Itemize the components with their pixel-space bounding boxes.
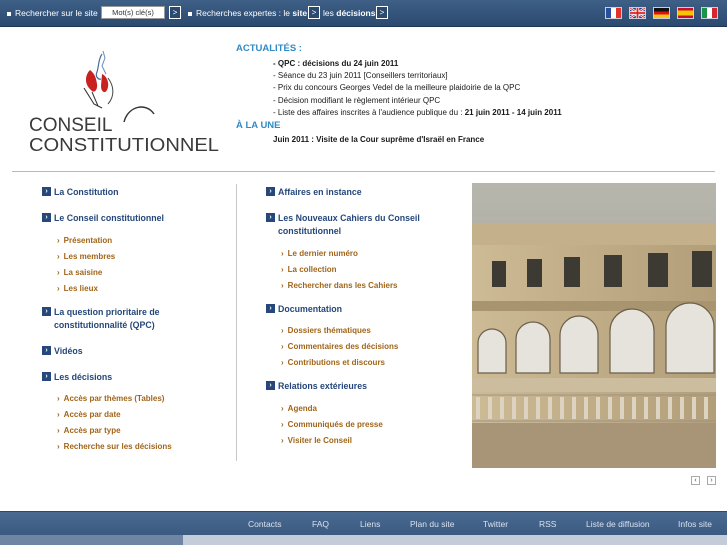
submenu-commentaires[interactable]: › Commentaires des décisions xyxy=(281,342,398,351)
column-divider xyxy=(236,184,237,461)
divider xyxy=(12,171,715,172)
submenu-saisine[interactable]: › La saisine xyxy=(57,268,102,277)
logo-line2: CONSTITUTIONNEL xyxy=(29,135,219,155)
footer-link-contacts[interactable]: Contacts xyxy=(248,519,282,529)
submenu-date[interactable]: › Accès par date xyxy=(57,410,121,419)
submenu-presentation[interactable]: › Présentation xyxy=(57,236,112,245)
footer-bottom-band xyxy=(0,535,727,545)
une-item[interactable]: Juin 2011 : Visite de la Cour suprême d'… xyxy=(273,135,484,144)
building-photo xyxy=(472,183,716,468)
menu-conseil[interactable]: › Le Conseil constitutionnel xyxy=(42,212,222,225)
submenu-dernier[interactable]: › Le dernier numéro xyxy=(281,249,358,258)
news-item-text: - Liste des affaires inscrites à l'audie… xyxy=(273,107,465,117)
submenu-type[interactable]: › Accès par type xyxy=(57,426,121,435)
it-flag-icon[interactable] xyxy=(701,7,718,19)
menu-videos[interactable]: › Vidéos xyxy=(42,345,222,358)
expert-search: Recherches expertes : le site xyxy=(188,8,307,18)
news-item[interactable]: - Séance du 23 juin 2011 [Conseillers te… xyxy=(273,70,562,82)
footer-link-twitter[interactable]: Twitter xyxy=(483,519,508,529)
chevron-right-icon: › xyxy=(42,187,51,196)
actualites-heading: ACTUALITÉS : xyxy=(236,43,302,54)
news-item[interactable]: - QPC : décisions du 24 juin 2011 xyxy=(273,58,562,70)
news-item-dates[interactable]: 21 juin 2011 - 14 juin 2011 xyxy=(465,108,562,117)
slider-prev-button[interactable]: ‹ xyxy=(691,476,700,485)
submenu-contributions[interactable]: › Contributions et discours xyxy=(281,358,385,367)
chevron-right-icon: › xyxy=(42,372,51,381)
news-item: - Liste des affaires inscrites à l'audie… xyxy=(273,107,562,119)
chevron-right-icon: › xyxy=(266,304,275,313)
footer-link-plan[interactable]: Plan du site xyxy=(410,519,454,529)
footer-link-infos[interactable]: Infos site xyxy=(678,519,712,529)
de-flag-icon[interactable] xyxy=(653,7,670,19)
chevron-right-icon: › xyxy=(266,213,275,222)
search-site-label: Rechercher sur le site xyxy=(7,8,98,18)
news-item[interactable]: - Prix du concours Georges Vedel de la m… xyxy=(273,82,562,94)
submenu-communiques[interactable]: › Communiqués de presse xyxy=(281,420,383,429)
submenu-agenda[interactable]: › Agenda xyxy=(281,404,317,413)
conseil-logo[interactable]: CONSEIL CONSTITUTIONNEL xyxy=(28,48,223,156)
chevron-right-icon: › xyxy=(42,346,51,355)
footer-nav: Contacts FAQ Liens Plan du site Twitter … xyxy=(0,511,727,535)
news-item[interactable]: - Décision modifiant le règlement intéri… xyxy=(273,95,562,107)
menu-decisions[interactable]: › Les décisions xyxy=(42,371,222,384)
search-go-button[interactable]: > xyxy=(169,6,181,19)
menu-qpc[interactable]: › La question prioritaire de constitution… xyxy=(42,306,212,332)
uk-flag-icon[interactable] xyxy=(629,7,646,19)
footer-link-diffusion[interactable]: Liste de diffusion xyxy=(586,519,650,529)
top-bar: Rechercher sur le site Mot(s) clé(s) > R… xyxy=(0,0,727,27)
submenu-rechercher[interactable]: › Rechercher dans les Cahiers xyxy=(281,281,398,290)
menu-affaires[interactable]: › Affaires en instance xyxy=(266,186,456,199)
footer-link-liens[interactable]: Liens xyxy=(360,519,380,529)
expert-decisions: les décisions xyxy=(323,8,376,18)
submenu-themes[interactable]: › Accès par thèmes (Tables) xyxy=(57,394,164,403)
es-flag-icon[interactable] xyxy=(677,7,694,19)
submenu-lieux[interactable]: › Les lieux xyxy=(57,284,98,293)
footer-link-rss[interactable]: RSS xyxy=(539,519,556,529)
submenu-recherche[interactable]: › Recherche sur les décisions xyxy=(57,442,172,451)
submenu-membres[interactable]: › Les membres xyxy=(57,252,115,261)
expert-site-link[interactable]: site xyxy=(292,8,307,18)
keywords-input[interactable]: Mot(s) clé(s) xyxy=(101,6,165,19)
submenu-visiter[interactable]: › Visiter le Conseil xyxy=(281,436,352,445)
expert-decisions-link[interactable]: décisions xyxy=(336,8,375,18)
chevron-right-icon: › xyxy=(266,381,275,390)
expert-site-go[interactable]: > xyxy=(308,6,320,19)
chevron-right-icon: › xyxy=(266,187,275,196)
submenu-dossiers[interactable]: › Dossiers thématiques xyxy=(281,326,371,335)
logo-line1: CONSEIL xyxy=(29,115,112,136)
chevron-right-icon: › xyxy=(42,213,51,222)
submenu-collection[interactable]: › La collection xyxy=(281,265,337,274)
footer-link-faq[interactable]: FAQ xyxy=(312,519,329,529)
menu-constitution[interactable]: › La Constitution xyxy=(42,186,222,199)
fr-flag-icon[interactable] xyxy=(605,7,622,19)
menu-cahiers[interactable]: › Les Nouveaux Cahiers du Conseil constit… xyxy=(266,212,446,238)
actualites-list: - QPC : décisions du 24 juin 2011 - Séan… xyxy=(273,58,562,119)
une-heading: À LA UNE xyxy=(236,120,281,131)
slider-next-button[interactable]: › xyxy=(707,476,716,485)
menu-relations[interactable]: › Relations extérieures xyxy=(266,380,456,393)
expert-decisions-go[interactable]: > xyxy=(376,6,388,19)
menu-documentation[interactable]: › Documentation xyxy=(266,303,456,316)
chevron-right-icon: › xyxy=(42,307,51,316)
